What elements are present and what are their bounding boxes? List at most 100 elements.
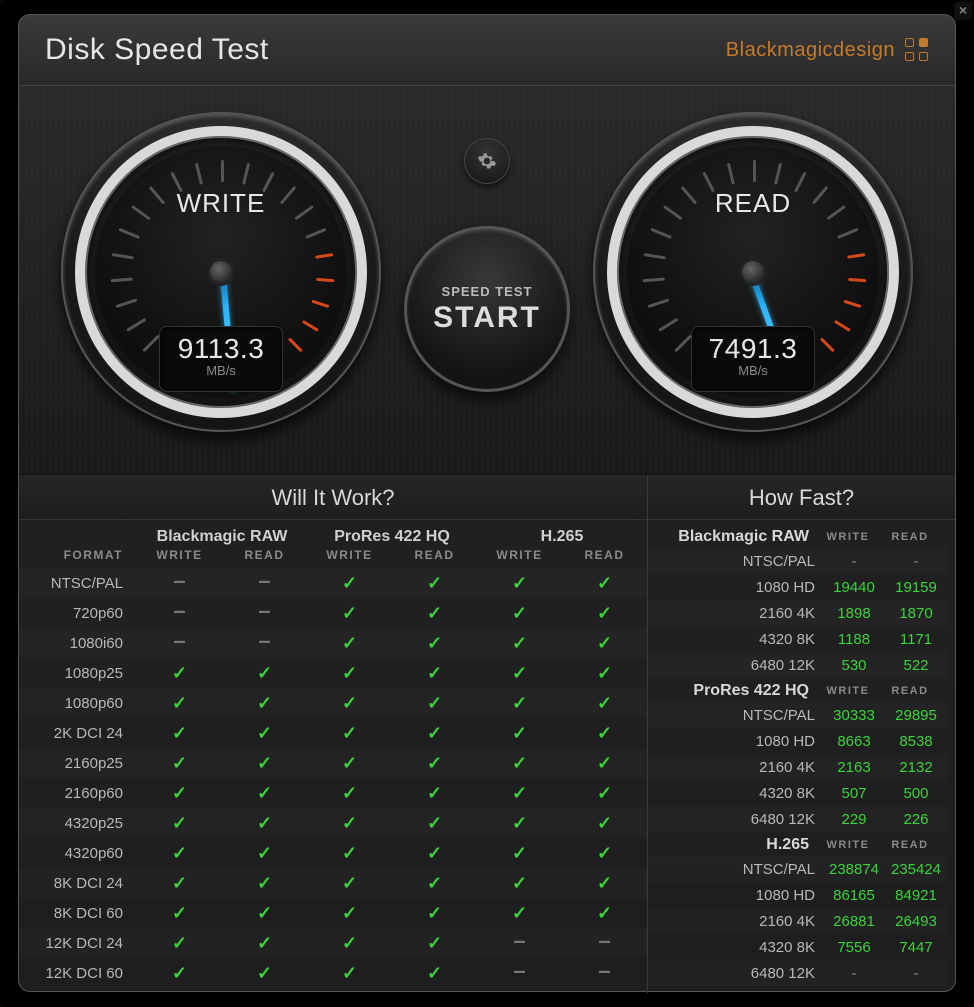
resolution-label: 4320 8K <box>648 631 823 648</box>
check-icon: ✓ <box>172 663 187 683</box>
will-it-work-title: Will It Work? <box>19 475 647 520</box>
format-label: 1080p25 <box>19 665 137 682</box>
write-fps: 1898 <box>823 605 885 622</box>
check-icon: ✓ <box>512 753 527 773</box>
how-fast-row: NTSC/PAL 30333 29895 <box>648 702 947 728</box>
how-fast-row: 1080 HD 86165 84921 <box>648 882 947 908</box>
resolution-label: 2160 4K <box>648 913 823 930</box>
how-fast-row: 4320 8K 7556 7447 <box>648 934 947 960</box>
check-icon: ✓ <box>597 573 612 593</box>
how-fast-row: 2160 4K 1898 1870 <box>648 600 947 626</box>
check-icon: ✓ <box>257 723 272 743</box>
check-icon: ✓ <box>597 753 612 773</box>
check-icon: ✓ <box>512 723 527 743</box>
resolution-label: 4320 8K <box>648 785 823 802</box>
check-icon: ✓ <box>342 933 357 953</box>
table-row: 8K DCI 60✓✓✓✓✓✓ <box>19 898 647 928</box>
how-fast-row: NTSC/PAL - - <box>648 548 947 574</box>
resolution-label: NTSC/PAL <box>648 553 823 570</box>
check-icon: ✓ <box>257 693 272 713</box>
center-controls: SPEED TEST START <box>392 116 582 392</box>
check-icon: ✓ <box>342 813 357 833</box>
dash-icon: – <box>258 568 270 593</box>
write-fps: 1188 <box>823 631 885 648</box>
write-gauge-label: WRITE <box>61 188 381 219</box>
check-icon: ✓ <box>597 663 612 683</box>
check-icon: ✓ <box>512 813 527 833</box>
check-icon: ✓ <box>257 933 272 953</box>
check-icon: ✓ <box>172 963 187 983</box>
read-fps: 2132 <box>885 759 947 776</box>
write-fps: - <box>823 965 885 982</box>
wiw-codecs-header: Blackmagic RAW ProRes 422 HQ H.265 <box>19 520 647 548</box>
check-icon: ✓ <box>427 603 442 623</box>
write-fps: 86165 <box>823 887 885 904</box>
table-row: 2160p60✓✓✓✓✓✓ <box>19 778 647 808</box>
read-fps: 235424 <box>885 861 947 878</box>
codec-header-0: Blackmagic RAW <box>137 528 307 546</box>
close-icon[interactable]: × <box>954 2 972 20</box>
how-fast-section: ProRes 422 HQ WRITE READNTSC/PAL 30333 2… <box>648 678 947 832</box>
read-fps: 84921 <box>885 887 947 904</box>
table-row: 720p60––✓✓✓✓ <box>19 598 647 628</box>
dash-icon: – <box>173 628 185 653</box>
codec-label: H.265 <box>648 836 817 854</box>
write-fps: 19440 <box>823 579 885 596</box>
read-fps: - <box>885 553 947 570</box>
read-fps: 226 <box>885 811 947 828</box>
read-lcd: 7491.3 MB/s <box>691 326 815 392</box>
write-fps: 30333 <box>823 707 885 724</box>
gauge-area: WRITE 9113.3 MB/s SPEED TEST START <box>19 85 955 475</box>
how-fast-body: Blackmagic RAW WRITE READNTSC/PAL - -108… <box>648 520 955 986</box>
dash-icon: – <box>173 568 185 593</box>
read-fps: 1870 <box>885 605 947 622</box>
resolution-label: 2160 4K <box>648 605 823 622</box>
write-fps: 229 <box>823 811 885 828</box>
resolution-label: 1080 HD <box>648 579 823 596</box>
write-fps: 530 <box>823 657 885 674</box>
app-window: × Disk Speed Test Blackmagicdesign WRITE… <box>0 0 974 1007</box>
read-fps: 7447 <box>885 939 947 956</box>
start-button[interactable]: SPEED TEST START <box>404 226 570 392</box>
codec-label: Blackmagic RAW <box>648 528 817 546</box>
check-icon: ✓ <box>427 813 442 833</box>
check-icon: ✓ <box>172 843 187 863</box>
how-fast-row: 6480 12K 229 226 <box>648 806 947 832</box>
write-fps: 7556 <box>823 939 885 956</box>
write-gauge: WRITE 9113.3 MB/s <box>61 112 381 432</box>
table-row: 2K DCI 24✓✓✓✓✓✓ <box>19 718 647 748</box>
check-icon: ✓ <box>342 753 357 773</box>
check-icon: ✓ <box>172 723 187 743</box>
read-fps: 8538 <box>885 733 947 750</box>
how-fast-title: How Fast? <box>648 475 955 520</box>
read-fps: - <box>885 965 947 982</box>
read-unit: MB/s <box>692 363 814 378</box>
settings-button[interactable] <box>464 138 510 184</box>
how-fast-row: 4320 8K 507 500 <box>648 780 947 806</box>
format-label: 1080i60 <box>19 635 137 652</box>
table-row: 8K DCI 24✓✓✓✓✓✓ <box>19 868 647 898</box>
page-title: Disk Speed Test <box>45 33 269 67</box>
how-fast-row: 6480 12K - - <box>648 960 947 986</box>
check-icon: ✓ <box>597 843 612 863</box>
check-icon: ✓ <box>342 723 357 743</box>
how-fast-row: 6480 12K 530 522 <box>648 652 947 678</box>
codec-header-2: H.265 <box>477 528 647 546</box>
brand: Blackmagicdesign <box>726 38 929 62</box>
format-label: 12K DCI 24 <box>19 935 137 952</box>
check-icon: ✓ <box>172 783 187 803</box>
format-label: 12K DCI 60 <box>19 965 137 982</box>
table-row: NTSC/PAL––✓✓✓✓ <box>19 568 647 598</box>
read-gauge: READ 7491.3 MB/s <box>593 112 913 432</box>
main-card: Disk Speed Test Blackmagicdesign WRITE 9… <box>18 14 956 992</box>
gear-icon <box>477 151 497 171</box>
wiw-columns-header: FORMAT WRITEREAD WRITEREAD WRITEREAD <box>19 548 647 568</box>
check-icon: ✓ <box>342 633 357 653</box>
dash-icon: – <box>258 598 270 623</box>
check-icon: ✓ <box>257 843 272 863</box>
check-icon: ✓ <box>257 963 272 983</box>
format-label: 4320p25 <box>19 815 137 832</box>
tables: Will It Work? Blackmagic RAW ProRes 422 … <box>19 475 955 993</box>
check-icon: ✓ <box>512 783 527 803</box>
check-icon: ✓ <box>427 963 442 983</box>
